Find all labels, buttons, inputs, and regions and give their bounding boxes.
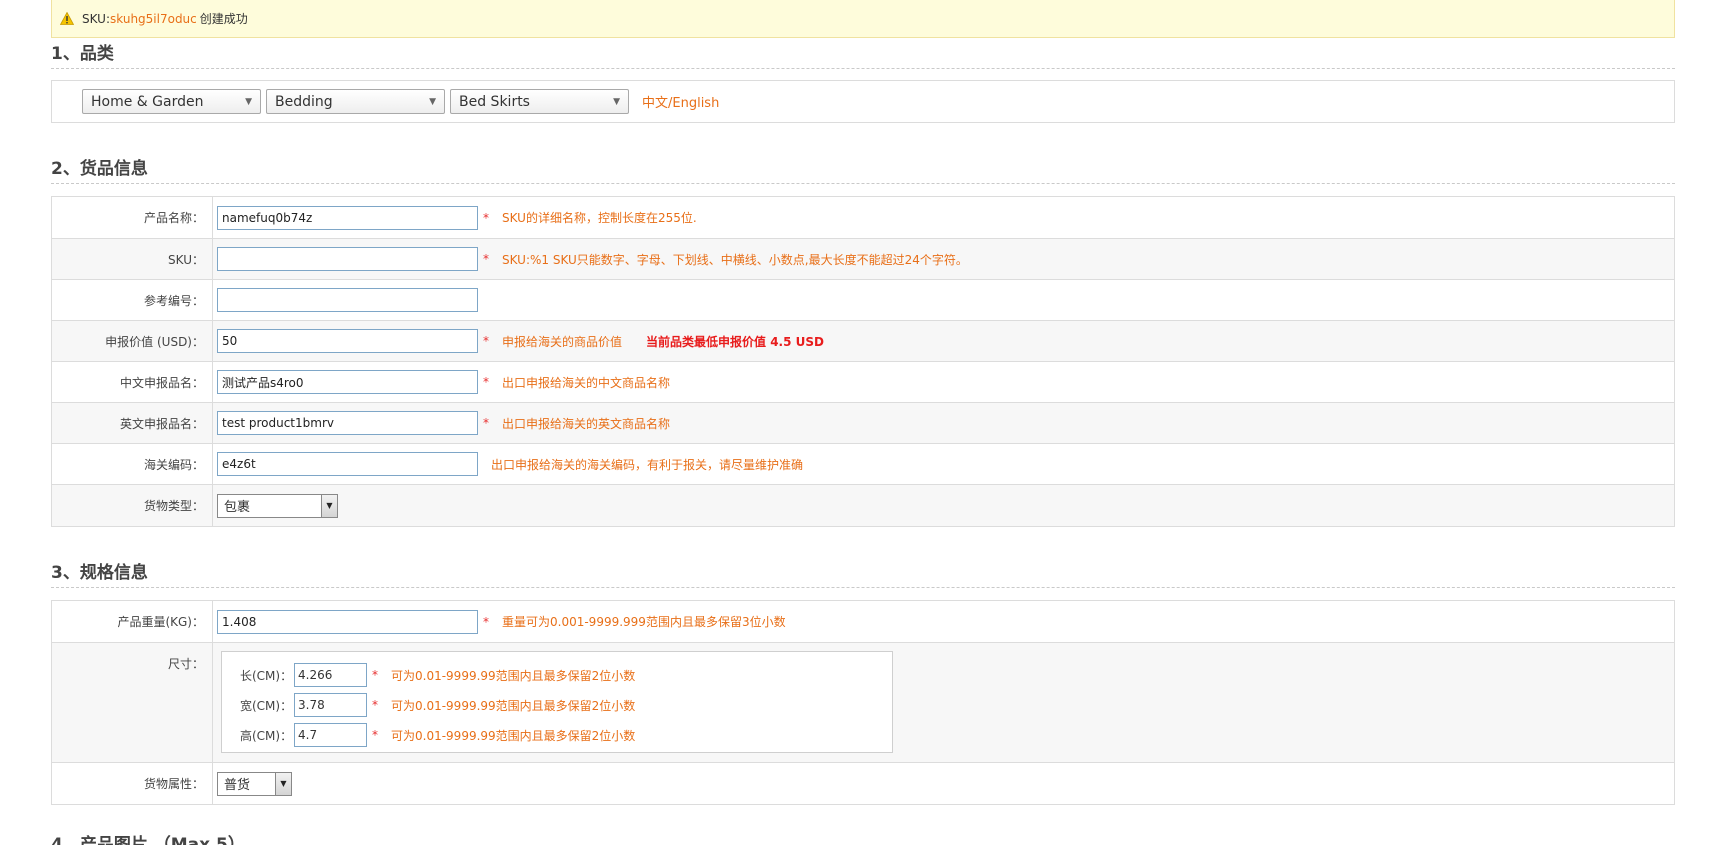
warning-icon (60, 12, 74, 25)
category-level2-value: Bedding (275, 93, 333, 110)
weight-hint: 重量可为0.001-9999.999范围内且最多保留3位小数 (502, 615, 786, 629)
row-cargo-type: 货物类型： 包裹 ▼ (52, 484, 1674, 526)
en-name-input[interactable]: test product1bmrv (217, 411, 478, 435)
cargo-attr-value: 普货 (224, 778, 251, 793)
length-input[interactable]: 4.266 (294, 663, 367, 687)
cargo-type-label: 货物类型： (52, 485, 213, 526)
sku-label: SKU： (52, 239, 213, 279)
section-title-spec: 3、规格信息 (51, 562, 1675, 588)
declared-value-input[interactable]: 50 (217, 329, 478, 353)
row-cargo-attr: 货物属性： 普货 ▼ (52, 762, 1674, 804)
cn-name-hint: 出口申报给海关的中文商品名称 (502, 375, 671, 390)
row-sku: SKU： * SKU:%1 SKU只能数字、字母、下划线、中横线、小数点,最大长… (52, 238, 1674, 279)
weight-label: 产品重量(KG)： (52, 601, 213, 642)
category-select-level1[interactable]: Home & Garden ▼ (82, 89, 261, 114)
required-mark: * (483, 416, 489, 430)
hs-code-hint: 出口申报给海关的海关编码，有利于报关，请尽量维护准确 (491, 457, 804, 472)
height-line: 高(CM)： 4.7 * 可为0.01-9999.99范围内且最多保留2位小数 (240, 720, 892, 750)
cargo-type-value: 包裹 (224, 500, 251, 515)
row-dimensions: 尺寸： 长(CM)： 4.266 * 可为0.01-9999.99范围内且最多保… (52, 642, 1674, 762)
required-mark: * (483, 334, 489, 348)
length-line: 长(CM)： 4.266 * 可为0.01-9999.99范围内且最多保留2位小… (240, 660, 892, 690)
cargo-type-select[interactable]: 包裹 ▼ (217, 493, 338, 518)
section-title-goods: 2、货品信息 (51, 158, 1675, 184)
required-mark: * (483, 375, 489, 389)
height-label: 高(CM)： (240, 728, 293, 743)
category-box: Home & Garden ▼ Bedding ▼ Bed Skirts ▼ 中… (51, 80, 1675, 123)
section-title-category: 1、品类 (51, 43, 1675, 69)
hs-code-label: 海关编码： (52, 444, 213, 484)
height-input[interactable]: 4.7 (294, 723, 367, 747)
success-notice: SKU: skuhg5il7oduc 创建成功 (51, 0, 1675, 38)
row-hs-code: 海关编码： e4z6t 出口申报给海关的海关编码，有利于报关，请尽量维护准确 (52, 443, 1674, 484)
cargo-attr-select[interactable]: 普货 ▼ (217, 771, 292, 796)
product-name-hint: SKU的详细名称，控制长度在255位. (502, 211, 697, 225)
en-name-label: 英文申报品名： (52, 403, 213, 443)
row-declared-value: 申报价值 (USD)： 50 * 申报给海关的商品价值 当前品类最低申报价值 4… (52, 320, 1674, 361)
product-name-label: 产品名称： (52, 197, 213, 238)
row-ref-number: 参考编号： (52, 279, 1674, 320)
category-select-level2[interactable]: Bedding ▼ (266, 89, 445, 114)
sku-input[interactable] (217, 247, 478, 271)
cn-name-input[interactable]: 测试产品s4ro0 (217, 370, 478, 394)
length-label: 长(CM)： (240, 668, 293, 683)
chevron-down-icon: ▼ (245, 96, 252, 107)
required-mark: * (372, 668, 378, 682)
required-mark: * (483, 614, 489, 629)
chevron-down-icon: ▼ (275, 772, 291, 795)
sku-hint: SKU:%1 SKU只能数字、字母、下划线、中横线、小数点,最大长度不能超过24… (502, 252, 968, 267)
required-mark: * (483, 252, 489, 266)
width-line: 宽(CM)： 3.78 * 可为0.01-9999.99范围内且最多保留2位小数 (240, 690, 892, 720)
ref-number-input[interactable] (217, 288, 478, 312)
notice-prefix: SKU: (82, 11, 110, 26)
width-label: 宽(CM)： (240, 698, 293, 713)
cargo-attr-label: 货物属性： (52, 763, 213, 804)
spec-info-table: 产品重量(KG)： 1.408 * 重量可为0.001-9999.999范围内且… (51, 600, 1675, 805)
cn-name-label: 中文申报品名： (52, 362, 213, 402)
section-title-images: 4、产品图片 （Max 5） (51, 835, 245, 845)
required-mark: * (483, 210, 489, 225)
declared-value-label: 申报价值 (USD)： (52, 321, 213, 361)
dimensions-box: 长(CM)： 4.266 * 可为0.01-9999.99范围内且最多保留2位小… (221, 651, 893, 753)
hs-code-input[interactable]: e4z6t (217, 452, 478, 476)
notice-message: 创建成功 (199, 12, 248, 26)
en-name-hint: 出口申报给海关的英文商品名称 (502, 416, 671, 431)
length-hint: 可为0.01-9999.99范围内且最多保留2位小数 (391, 668, 636, 683)
required-mark: * (372, 728, 378, 742)
category-level3-value: Bed Skirts (459, 93, 530, 110)
row-en-name: 英文申报品名： test product1bmrv * 出口申报给海关的英文商品… (52, 402, 1674, 443)
weight-input[interactable]: 1.408 (217, 609, 478, 634)
row-weight: 产品重量(KG)： 1.408 * 重量可为0.001-9999.999范围内且… (52, 601, 1674, 642)
height-hint: 可为0.01-9999.99范围内且最多保留2位小数 (391, 728, 636, 743)
language-toggle-link[interactable]: 中文/English (642, 92, 719, 111)
row-cn-name: 中文申报品名： 测试产品s4ro0 * 出口申报给海关的中文商品名称 (52, 361, 1674, 402)
goods-info-table: 产品名称： namefuq0b74z * SKU的详细名称，控制长度在255位.… (51, 196, 1675, 527)
declared-value-hint: 申报给海关的商品价值 (502, 334, 623, 349)
category-select-level3[interactable]: Bed Skirts ▼ (450, 89, 629, 114)
chevron-down-icon: ▼ (429, 96, 436, 107)
chevron-down-icon: ▼ (613, 96, 620, 107)
notice-sku: skuhg5il7oduc (110, 11, 197, 26)
width-input[interactable]: 3.78 (294, 693, 367, 717)
product-name-input[interactable]: namefuq0b74z (217, 205, 478, 230)
category-level1-value: Home & Garden (91, 93, 204, 110)
required-mark: * (372, 698, 378, 712)
dimensions-label: 尺寸： (52, 643, 213, 762)
ref-number-label: 参考编号： (52, 280, 213, 320)
chevron-down-icon: ▼ (321, 494, 337, 517)
row-product-name: 产品名称： namefuq0b74z * SKU的详细名称，控制长度在255位. (52, 197, 1674, 238)
width-hint: 可为0.01-9999.99范围内且最多保留2位小数 (391, 698, 636, 713)
min-declared-value-hint: 当前品类最低申报价值 4.5 USD (646, 334, 824, 349)
